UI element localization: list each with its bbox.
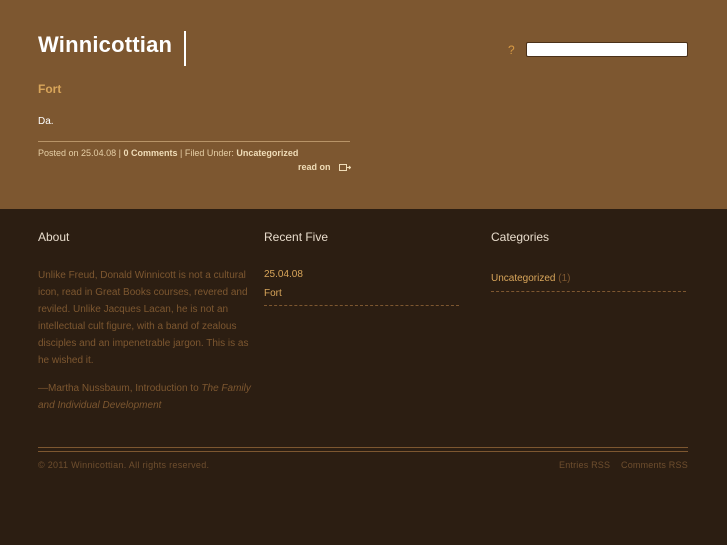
about-citation: —Martha Nussbaum, Introduction to The Fa… xyxy=(38,380,260,414)
header-area: Winnicottian ? Fort Da. Posted on 25.04.… xyxy=(0,0,727,209)
post-meta: Posted on 25.04.08 | 0 Comments | Filed … xyxy=(38,148,298,158)
arrow-right-icon xyxy=(339,164,352,172)
citation-prefix: —Martha Nussbaum, Introduction to xyxy=(38,383,199,394)
recent-item-date: 25.04.08 xyxy=(264,269,303,280)
title-divider xyxy=(184,31,186,66)
post-body: Da. xyxy=(38,116,54,127)
recent-heading: Recent Five xyxy=(264,230,329,244)
footer-divider-bottom xyxy=(38,451,688,452)
footer-divider-top xyxy=(38,447,688,448)
posted-on-label: Posted on xyxy=(38,148,79,158)
meta-separator: | xyxy=(118,148,121,158)
read-on-link[interactable]: read on xyxy=(298,162,352,172)
category-item-link[interactable]: Uncategorized xyxy=(491,273,555,284)
recent-item-link[interactable]: Fort xyxy=(264,288,282,299)
category-link[interactable]: Uncategorized xyxy=(236,148,298,158)
entries-rss-link[interactable]: Entries RSS xyxy=(559,460,610,470)
comments-link[interactable]: 0 Comments xyxy=(123,148,177,158)
categories-heading: Categories xyxy=(491,230,550,244)
category-item-count: (1) xyxy=(558,273,571,284)
post-date: 25.04.08 xyxy=(81,148,117,158)
post-title-link[interactable]: Fort xyxy=(38,82,61,96)
read-on-label: read on xyxy=(298,162,331,172)
meta-separator: | xyxy=(180,148,183,158)
recent-divider xyxy=(264,305,459,306)
search-prompt: ? xyxy=(508,43,515,57)
category-divider xyxy=(491,291,686,292)
search-input[interactable] xyxy=(526,42,688,57)
site-title[interactable]: Winnicottian xyxy=(38,32,172,58)
comments-rss-link[interactable]: Comments RSS xyxy=(621,460,688,470)
copyright: © 2011 Winnicottian. All rights reserved… xyxy=(38,460,210,470)
filed-under-label: Filed Under: xyxy=(184,148,234,158)
about-text: Unlike Freud, Donald Winnicott is not a … xyxy=(38,270,249,366)
post-divider xyxy=(38,141,350,142)
about-heading: About xyxy=(38,230,70,244)
category-item: Uncategorized (1) xyxy=(491,273,571,284)
